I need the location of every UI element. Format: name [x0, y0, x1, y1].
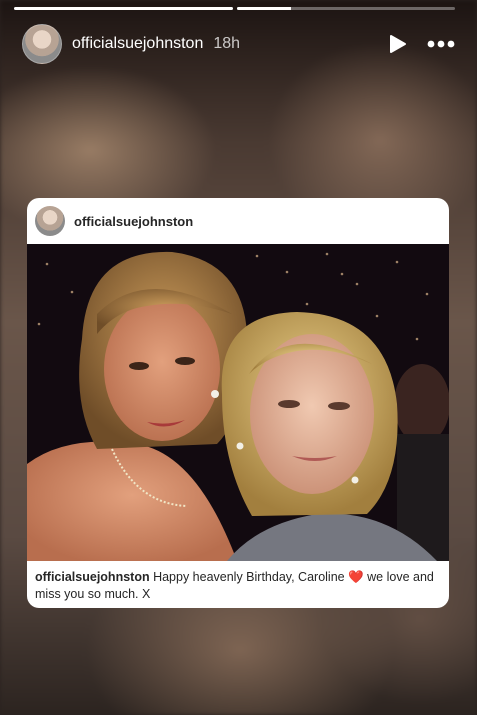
- caption-text-1: Happy heavenly Birthday, Caroline: [149, 570, 349, 584]
- photo-illustration: [27, 244, 449, 561]
- story-progress: [14, 7, 455, 10]
- more-options-button[interactable]: [427, 30, 455, 58]
- heart-glyph: ❤️: [348, 570, 364, 584]
- progress-bar-2: [236, 7, 455, 10]
- story-header: officialsuejohnston 18h: [22, 22, 455, 66]
- post-header: officialsuejohnston: [27, 198, 449, 244]
- post-username[interactable]: officialsuejohnston: [74, 214, 193, 229]
- caption-username[interactable]: officialsuejohnston: [35, 570, 150, 584]
- play-icon: [390, 35, 406, 53]
- story-username[interactable]: officialsuejohnston: [72, 35, 203, 53]
- progress-bar-1: [14, 7, 233, 10]
- shared-post-card[interactable]: officialsuejohnston officialsuejohnston …: [27, 198, 449, 608]
- more-options-icon: [427, 40, 455, 48]
- heart-emoji: ❤️: [348, 570, 364, 584]
- avatar[interactable]: [22, 24, 62, 64]
- post-caption: officialsuejohnston Happy heavenly Birth…: [27, 561, 449, 603]
- play-button[interactable]: [383, 30, 411, 58]
- post-photo[interactable]: [27, 244, 449, 561]
- story-time: 18h: [213, 35, 241, 52]
- post-avatar[interactable]: [35, 206, 65, 236]
